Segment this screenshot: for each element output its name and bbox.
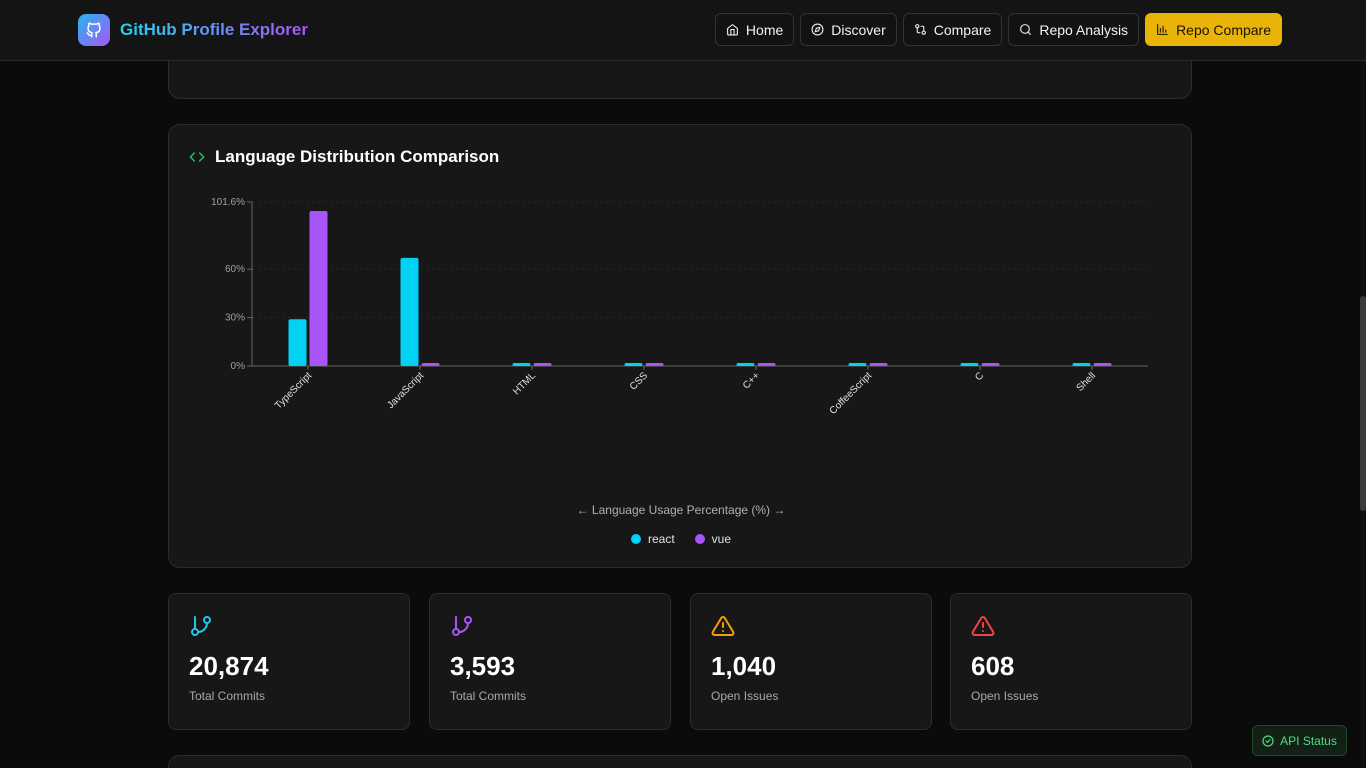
x-tick-label: JavaScript [385,370,426,411]
stat-value: 20,874 [189,651,269,681]
legend-swatch [694,534,705,544]
bar-react-javascript [400,257,419,366]
stat-label: Open Issues [711,689,779,703]
api-status-label: API Status [1280,733,1337,748]
bar-vue-css [645,363,664,366]
bar-chart-icon [1157,24,1168,35]
stat-card-react-commits: 20,874 Total Commits [168,593,410,730]
main-nav: Home Discover Compare Repo Analysis Repo… [714,13,1282,46]
bar-react-shell [1072,363,1091,366]
bar-vue-shell [1093,363,1112,366]
y-tick-label: 0% [231,361,246,372]
bar-vue-coffeescript [869,363,888,366]
legend-item-react[interactable]: react [630,532,675,546]
bar-react-html [512,363,531,366]
page-scrollbar[interactable] [1360,61,1366,768]
nav-repo-compare-button[interactable]: Repo Compare [1145,13,1282,46]
bar-vue-c [981,363,1000,366]
nav-repo-compare-label: Repo Compare [1176,21,1271,38]
home-icon [727,24,738,36]
next-section-card [168,755,1192,768]
bar-react-coffeescript [848,363,867,366]
app-header: GitHub Profile Explorer Home Discover Co… [0,0,1366,61]
scrollbar-thumb[interactable] [1360,296,1366,511]
nav-discover-label: Discover [831,21,886,38]
x-tick-label: CSS [628,370,651,393]
alert-triangle-icon [711,615,735,636]
stat-card-react-issues: 1,040 Open Issues [690,593,932,730]
x-axis-caption: ← Language Usage Percentage (%) → [576,503,786,517]
language-distribution-card: Language Distribution Comparison 0% 30% 60… [168,124,1192,568]
x-tick-label: C [973,370,986,383]
bar-vue-javascript [421,363,440,366]
x-tick-label: C++ [741,370,762,391]
stat-card-vue-issues: 608 Open Issues [950,593,1192,730]
y-tick-label: 30% [225,313,245,324]
api-status-button[interactable]: API Status [1252,725,1347,756]
search-icon [1020,24,1032,35]
legend-item-vue[interactable]: vue [694,532,732,546]
stat-value: 1,040 [711,651,777,681]
bar-vue-html [533,363,552,366]
git-compare-icon [914,24,926,35]
x-tick-label: HTML [511,370,538,397]
stat-label: Open Issues [971,689,1039,703]
brand-title: GitHub Profile Explorer [120,20,308,39]
nav-compare-label: Compare [933,21,992,38]
stat-value: 3,593 [450,651,516,681]
stat-label: Total Commits [189,689,266,703]
stat-label: Total Commits [450,689,527,703]
legend-label: react [647,532,675,546]
nav-home-label: Home [745,21,784,38]
x-tick-label: TypeScript [273,370,314,411]
bar-react-typescript [288,319,307,366]
language-bar-chart: 0%30%60%101.6%TypeScript JavaScript HTML CS… [211,197,1148,417]
x-tick-label: CoffeeScript [828,370,875,417]
stat-value: 608 [971,651,1015,681]
y-tick-label: 101.6% [211,197,245,208]
nav-discover-button[interactable]: Discover [800,13,897,46]
compass-icon [811,23,824,36]
nav-repo-analysis-label: Repo Analysis [1039,21,1129,38]
y-tick-label: 60% [225,264,245,275]
bar-react-c- [736,363,755,366]
git-branch-icon [191,616,211,636]
check-circle-icon [1262,734,1274,747]
chart-legend: react vue [169,532,1193,546]
bar-vue-typescript [309,211,328,366]
nav-compare-button[interactable]: Compare [902,13,1003,46]
legend-label: vue [711,532,732,546]
bar-react-c [960,363,979,366]
legend-swatch [630,534,641,544]
brand[interactable]: GitHub Profile Explorer [78,14,308,46]
alert-triangle-icon [971,615,995,636]
nav-home-button[interactable]: Home [714,13,795,46]
git-branch-icon [452,616,472,636]
nav-repo-analysis-button[interactable]: Repo Analysis [1008,13,1140,46]
bar-react-css [624,363,643,366]
x-tick-label: Shell [1075,370,1099,394]
bar-vue-c- [757,363,776,366]
github-logo-icon [78,14,110,46]
stat-card-vue-commits: 3,593 Total Commits [429,593,671,730]
